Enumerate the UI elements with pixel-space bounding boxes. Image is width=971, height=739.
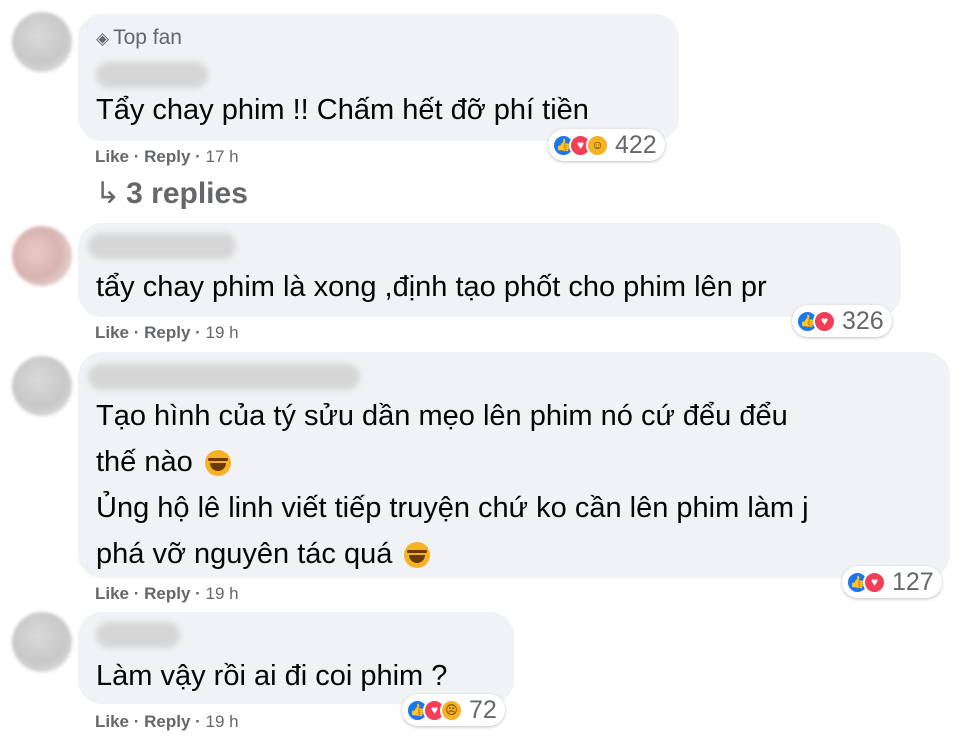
comment-text: Làm vậy rồi ai đi coi phim ? [96, 660, 448, 692]
diamond-icon: ◈ [96, 29, 110, 48]
separator: · [129, 584, 145, 603]
comment-actions: Like · Reply · 19 h [95, 584, 239, 604]
separator: · [129, 712, 145, 731]
author-name[interactable] [96, 622, 180, 648]
love-reaction-icon: ♥ [863, 570, 886, 594]
laughing-emoji-icon [404, 542, 431, 569]
reply-button[interactable]: Reply [144, 712, 190, 731]
reply-button[interactable]: Reply [144, 147, 190, 166]
author-name[interactable] [88, 233, 236, 259]
replies-label: 3 replies [126, 177, 248, 210]
reaction-count: 127 [892, 567, 934, 596]
reply-button[interactable]: Reply [144, 323, 190, 342]
comment-bubble: ◈ Top fan Tẩy chay phim !! Chấm hết đỡ ph… [78, 14, 679, 141]
separator: · [190, 323, 206, 342]
reaction-count: 422 [615, 130, 657, 159]
laughing-emoji-icon [204, 450, 231, 477]
reactions-summary[interactable]: 👍 ♥ ☹ 72 [402, 694, 505, 726]
separator: · [129, 147, 145, 166]
comment-text: tẩy chay phim là xong ,định tạo phốt cho… [96, 271, 767, 303]
like-button[interactable]: Like [95, 147, 129, 166]
comment-text-line: Tạo hình của tý sửu dần mẹo lên phim nó … [96, 400, 788, 432]
separator: · [190, 584, 206, 603]
avatar[interactable] [12, 226, 72, 286]
author-name[interactable] [88, 364, 360, 390]
reactions-summary[interactable]: 👍 ♥ 127 [842, 566, 942, 598]
avatar[interactable] [12, 356, 72, 416]
timestamp[interactable]: 19 h [206, 712, 239, 731]
comment-text-line: thế nào [96, 440, 231, 485]
reaction-count: 72 [469, 695, 497, 724]
separator: · [129, 323, 145, 342]
like-button[interactable]: Like [95, 584, 129, 603]
timestamp[interactable]: 19 h [206, 323, 239, 342]
avatar[interactable] [12, 612, 72, 672]
timestamp[interactable]: 17 h [206, 147, 239, 166]
avatar[interactable] [12, 12, 72, 72]
top-fan-badge: ◈ Top fan [96, 26, 182, 50]
comment-actions: Like · Reply · 17 h [95, 147, 239, 167]
like-button[interactable]: Like [95, 323, 129, 342]
reactions-summary[interactable]: 👍 ♥ ☺ 422 [548, 129, 665, 161]
like-button[interactable]: Like [95, 712, 129, 731]
comment-bubble: Tạo hình của tý sửu dần mẹo lên phim nó … [78, 352, 950, 578]
comment-text-line: Ủng hộ lê linh viết tiếp truyện chứ ko c… [96, 492, 809, 524]
reply-arrow-icon: ↳ [95, 177, 121, 210]
comment-actions: Like · Reply · 19 h [95, 712, 239, 732]
comment-text: Tẩy chay phim !! Chấm hết đỡ phí tiền [96, 94, 589, 126]
separator: · [190, 147, 206, 166]
badge-label: Top fan [113, 26, 182, 49]
author-name[interactable] [96, 62, 208, 88]
sad-reaction-icon: ☹ [440, 698, 463, 722]
reactions-summary[interactable]: 👍 ♥ 326 [792, 305, 892, 337]
love-reaction-icon: ♥ [813, 309, 836, 333]
timestamp[interactable]: 19 h [206, 584, 239, 603]
separator: · [190, 712, 206, 731]
view-replies-link[interactable]: ↳ 3 replies [95, 176, 248, 211]
comment-bubble: Làm vậy rồi ai đi coi phim ? [78, 612, 514, 704]
reaction-count: 326 [842, 306, 884, 335]
comment-actions: Like · Reply · 19 h [95, 323, 239, 343]
care-reaction-icon: ☺ [586, 133, 609, 157]
comment-text-line: phá vỡ nguyên tác quá [96, 532, 431, 577]
reply-button[interactable]: Reply [144, 584, 190, 603]
comment-bubble: tẩy chay phim là xong ,định tạo phốt cho… [78, 223, 901, 317]
